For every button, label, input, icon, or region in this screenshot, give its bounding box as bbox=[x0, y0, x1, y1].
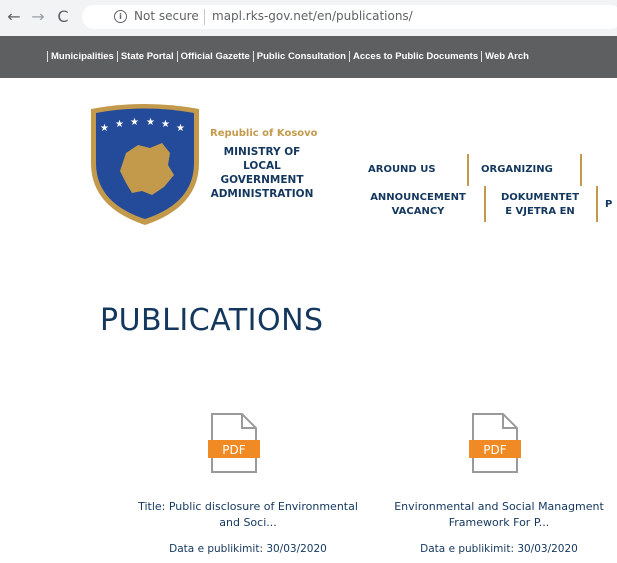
pdf-file-icon[interactable]: PDF bbox=[469, 412, 521, 474]
forward-arrow-icon[interactable]: → bbox=[28, 7, 48, 27]
pdf-file-icon[interactable]: PDF bbox=[208, 412, 260, 474]
government-links: Municipalities State Portal Official Gazet… bbox=[47, 51, 532, 62]
menu-divider bbox=[596, 186, 598, 222]
svg-text:★: ★ bbox=[146, 117, 155, 128]
ministry-line: MINISTRY OF bbox=[223, 146, 301, 158]
publication-title-link[interactable]: Environmental and Social Managment Frame… bbox=[354, 499, 617, 531]
menu-truncated-item[interactable]: P bbox=[605, 198, 612, 212]
menu-organizing[interactable]: ORGANIZING bbox=[481, 163, 553, 177]
publication-title-line: Framework For P... bbox=[448, 516, 550, 529]
page-title: PUBLICATIONS bbox=[100, 303, 324, 338]
pdf-icon-label: PDF bbox=[222, 443, 245, 457]
link-public-consultation[interactable]: Public Consultation bbox=[252, 51, 349, 62]
publication-title-line: and Soci... bbox=[219, 516, 277, 529]
ministry-line: GOVERNMENT bbox=[220, 174, 304, 186]
kosovo-emblem-logo[interactable]: ★ ★ ★ ★ ★ ★ bbox=[88, 103, 202, 227]
publication-date: Data e publikimit: 30/03/2020 bbox=[169, 543, 327, 555]
ministry-line: LOCAL bbox=[243, 160, 281, 172]
country-name: Republic of Kosovo bbox=[210, 128, 318, 139]
menu-divider bbox=[580, 154, 582, 186]
menu-label-line: E VJETRA EN bbox=[505, 206, 575, 217]
reload-icon[interactable]: C bbox=[53, 7, 73, 27]
menu-dokumentet-vjetra[interactable]: DOKUMENTET E VJETRA EN bbox=[492, 191, 588, 219]
link-public-documents[interactable]: Acces to Public Documents bbox=[349, 51, 481, 62]
publication-title-line: Environmental and Social Managment bbox=[394, 500, 604, 513]
security-status: Not secure bbox=[134, 9, 199, 23]
address-separator bbox=[204, 9, 205, 25]
menu-label-line: ANNOUNCEMENT bbox=[370, 192, 466, 203]
menu-label-line: DOKUMENTET bbox=[500, 192, 580, 203]
ministry-line: ADMINISTRATION bbox=[210, 188, 314, 200]
publication-title-line: Title: Public disclosure of Environmenta… bbox=[138, 500, 358, 513]
link-state-portal[interactable]: State Portal bbox=[116, 51, 177, 62]
info-icon[interactable]: i bbox=[114, 10, 127, 23]
menu-divider bbox=[484, 186, 486, 222]
browser-toolbar: ← → C i Not secure mapl.rks-gov.net/en/p… bbox=[0, 0, 617, 36]
publication-date: Data e publikimit: 30/03/2020 bbox=[420, 543, 578, 555]
link-municipalities[interactable]: Municipalities bbox=[47, 51, 117, 62]
address-bar[interactable]: i Not secure mapl.rks-gov.net/en/publica… bbox=[82, 5, 617, 29]
government-links-bar: Municipalities State Portal Official Gazet… bbox=[0, 36, 617, 78]
publication-title-link[interactable]: Title: Public disclosure of Environmenta… bbox=[103, 499, 393, 531]
url-text[interactable]: mapl.rks-gov.net/en/publications/ bbox=[212, 9, 413, 23]
svg-text:★: ★ bbox=[130, 117, 139, 128]
menu-divider bbox=[467, 154, 469, 186]
link-web-archive[interactable]: Web Arch bbox=[481, 51, 532, 62]
pdf-icon-label: PDF bbox=[483, 443, 506, 457]
menu-around-us[interactable]: AROUND US bbox=[368, 163, 436, 177]
svg-text:★: ★ bbox=[161, 119, 170, 130]
menu-label-line: VACANCY bbox=[391, 206, 445, 217]
ministry-name[interactable]: MINISTRY OF LOCAL GOVERNMENT ADMINISTRAT… bbox=[205, 145, 319, 201]
svg-text:★: ★ bbox=[115, 119, 124, 130]
svg-text:★: ★ bbox=[100, 123, 109, 134]
link-official-gazette[interactable]: Official Gazette bbox=[176, 51, 253, 62]
back-arrow-icon[interactable]: ← bbox=[4, 7, 24, 27]
menu-announcement-vacancy[interactable]: ANNOUNCEMENT VACANCY bbox=[363, 191, 473, 219]
svg-text:★: ★ bbox=[176, 123, 185, 134]
